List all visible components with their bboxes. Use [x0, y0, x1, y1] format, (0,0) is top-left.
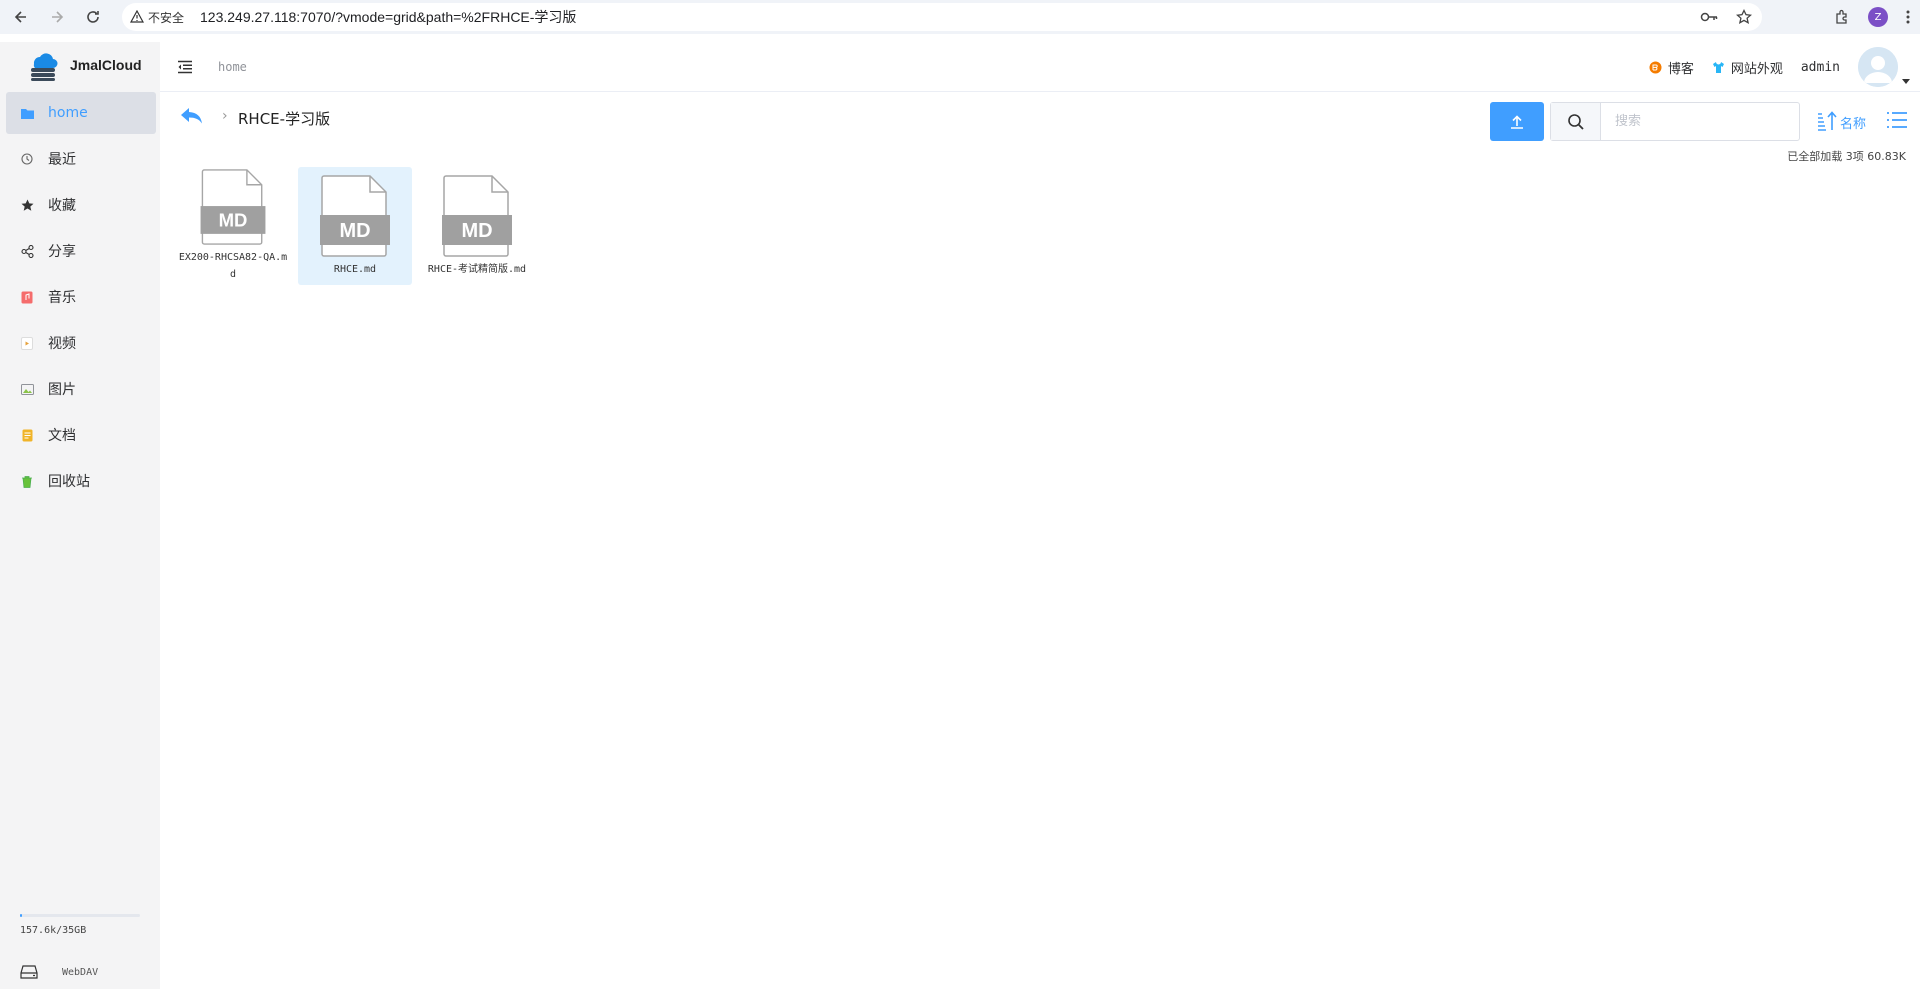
- insecure-indicator[interactable]: 不安全: [130, 9, 184, 26]
- search-icon: [1567, 113, 1584, 130]
- site-appearance-label: 网站外观: [1730, 61, 1783, 77]
- sort-label: 名称: [1840, 117, 1867, 132]
- load-summary: 已全部加载 3项 60.83K: [1787, 150, 1906, 163]
- collapse-sidebar-button[interactable]: [176, 58, 194, 76]
- file-name: RHCE-考试精简版.md: [427, 264, 527, 275]
- sort-ascending-icon: [1818, 111, 1837, 131]
- sidebar-item-label: 视频: [48, 336, 76, 352]
- user-menu[interactable]: [1858, 47, 1910, 87]
- reload-icon[interactable]: [82, 6, 104, 28]
- sidebar-item-trash[interactable]: 回收站: [6, 460, 156, 502]
- blog-icon: [1649, 61, 1662, 73]
- sidebar-item-label: 分享: [48, 244, 76, 260]
- sidebar-item-music[interactable]: 音乐: [6, 276, 156, 318]
- tshirt-icon: [1712, 61, 1724, 73]
- address-bar[interactable]: 不安全 123.249.27.118:7070/?vmode=grid&path…: [122, 3, 1762, 31]
- storage-usage: 157.6k/35GB: [20, 914, 140, 936]
- sidebar-item-label: 文档: [48, 428, 76, 444]
- back-button[interactable]: [180, 106, 204, 126]
- sidebar-item-label: 收藏: [48, 198, 76, 214]
- warning-icon: [130, 10, 144, 23]
- storage-progress-fill: [20, 914, 23, 917]
- extensions-icon[interactable]: [1834, 9, 1850, 25]
- sidebar-item-favorites[interactable]: 收藏: [6, 184, 156, 226]
- markdown-file-icon: MD: [200, 169, 266, 245]
- hard-drive-icon: [20, 965, 38, 979]
- menu-fold-icon: [178, 60, 192, 73]
- back-arrow-icon[interactable]: [10, 6, 32, 28]
- sidebar-item-label: 最近: [48, 152, 76, 168]
- avatar[interactable]: [1858, 47, 1898, 87]
- sidebar-menu: home 最近 收藏 分享 音乐 视频 图片 文档 回收站: [0, 92, 160, 502]
- sidebar-item-label: 音乐: [48, 290, 76, 306]
- markdown-file-icon: MD: [442, 175, 512, 257]
- list-view-button[interactable]: [1886, 110, 1908, 130]
- blog-link[interactable]: 博客: [1649, 58, 1694, 77]
- search-box: [1550, 102, 1800, 141]
- folder-icon: [20, 106, 34, 120]
- app-header: home 博客 网站外观 admin: [160, 42, 1920, 92]
- star-icon: [20, 198, 34, 212]
- file-badge: MD: [219, 209, 248, 230]
- file-toolbar: › RHCE-学习版 名称 已全部加载 3项 60.83K: [160, 92, 1920, 163]
- current-folder[interactable]: RHCE-学习版: [238, 108, 330, 129]
- sidebar-item-label: 回收站: [48, 474, 90, 490]
- breadcrumb-home[interactable]: home: [218, 60, 247, 74]
- sidebar-item-label: 图片: [48, 382, 76, 398]
- sidebar-item-images[interactable]: 图片: [6, 368, 156, 410]
- file-badge: MD: [461, 220, 492, 242]
- list-view-icon: [1887, 112, 1907, 128]
- sidebar-item-label: home: [48, 105, 88, 121]
- file-name: EX200-RHCSA82-QA.md: [178, 252, 288, 280]
- share-icon: [20, 244, 34, 258]
- bookmark-star-icon[interactable]: [1736, 9, 1752, 25]
- username[interactable]: admin: [1801, 60, 1840, 75]
- markdown-file-icon: MD: [320, 175, 390, 257]
- file-grid: MD EX200-RHCSA82-QA.md MD RHCE.md MD RHC…: [176, 165, 534, 285]
- cloud-logo-icon: [31, 53, 58, 81]
- file-badge: MD: [339, 220, 370, 242]
- password-key-icon[interactable]: [1700, 11, 1718, 23]
- forward-arrow-icon[interactable]: [46, 6, 68, 28]
- clock-icon: [20, 152, 34, 166]
- webdav-link[interactable]: WebDAV: [20, 965, 98, 979]
- upload-button[interactable]: [1490, 102, 1544, 141]
- document-icon: [20, 428, 34, 442]
- insecure-label: 不安全: [148, 10, 185, 25]
- profile-avatar[interactable]: Z: [1868, 7, 1888, 27]
- sidebar-item-recent[interactable]: 最近: [6, 138, 156, 180]
- file-item[interactable]: MD EX200-RHCSA82-QA.md: [176, 165, 290, 283]
- webdav-label: WebDAV: [62, 966, 99, 978]
- blog-label: 博客: [1667, 61, 1694, 77]
- upload-icon: [1511, 114, 1523, 129]
- browser-toolbar: 不安全 123.249.27.118:7070/?vmode=grid&path…: [0, 0, 1920, 34]
- path-separator: ›: [222, 108, 228, 124]
- sidebar-item-home[interactable]: home: [6, 92, 156, 134]
- caret-down-icon: [1902, 79, 1910, 84]
- more-menu-icon[interactable]: [1906, 9, 1910, 25]
- search-button[interactable]: [1551, 103, 1601, 140]
- user-avatar-icon: [1858, 47, 1898, 87]
- sidebar: JmalCloud home 最近 收藏 分享 音乐 视频 图片 文档 回收站 …: [0, 42, 160, 989]
- file-item[interactable]: MD RHCE.md: [298, 167, 412, 285]
- url-text[interactable]: 123.249.27.118:7070/?vmode=grid&path=%2F…: [200, 7, 576, 27]
- music-icon: [20, 290, 34, 304]
- brand-name: JmalCloud: [70, 57, 142, 73]
- search-input[interactable]: [1601, 103, 1799, 140]
- sidebar-item-documents[interactable]: 文档: [6, 414, 156, 456]
- sidebar-item-video[interactable]: 视频: [6, 322, 156, 364]
- reply-arrow-icon: [181, 108, 202, 124]
- storage-progress-bar: [20, 914, 140, 917]
- sidebar-item-share[interactable]: 分享: [6, 230, 156, 272]
- storage-text: 157.6k/35GB: [20, 925, 87, 936]
- sort-by-name-button[interactable]: 名称: [1816, 110, 1866, 132]
- site-appearance-link[interactable]: 网站外观: [1712, 58, 1783, 77]
- file-name: RHCE.md: [333, 264, 377, 275]
- file-item[interactable]: MD RHCE-考试精简版.md: [420, 167, 534, 285]
- image-icon: [20, 382, 34, 396]
- trash-icon: [20, 474, 34, 488]
- brand[interactable]: JmalCloud: [0, 42, 160, 88]
- video-icon: [20, 336, 34, 350]
